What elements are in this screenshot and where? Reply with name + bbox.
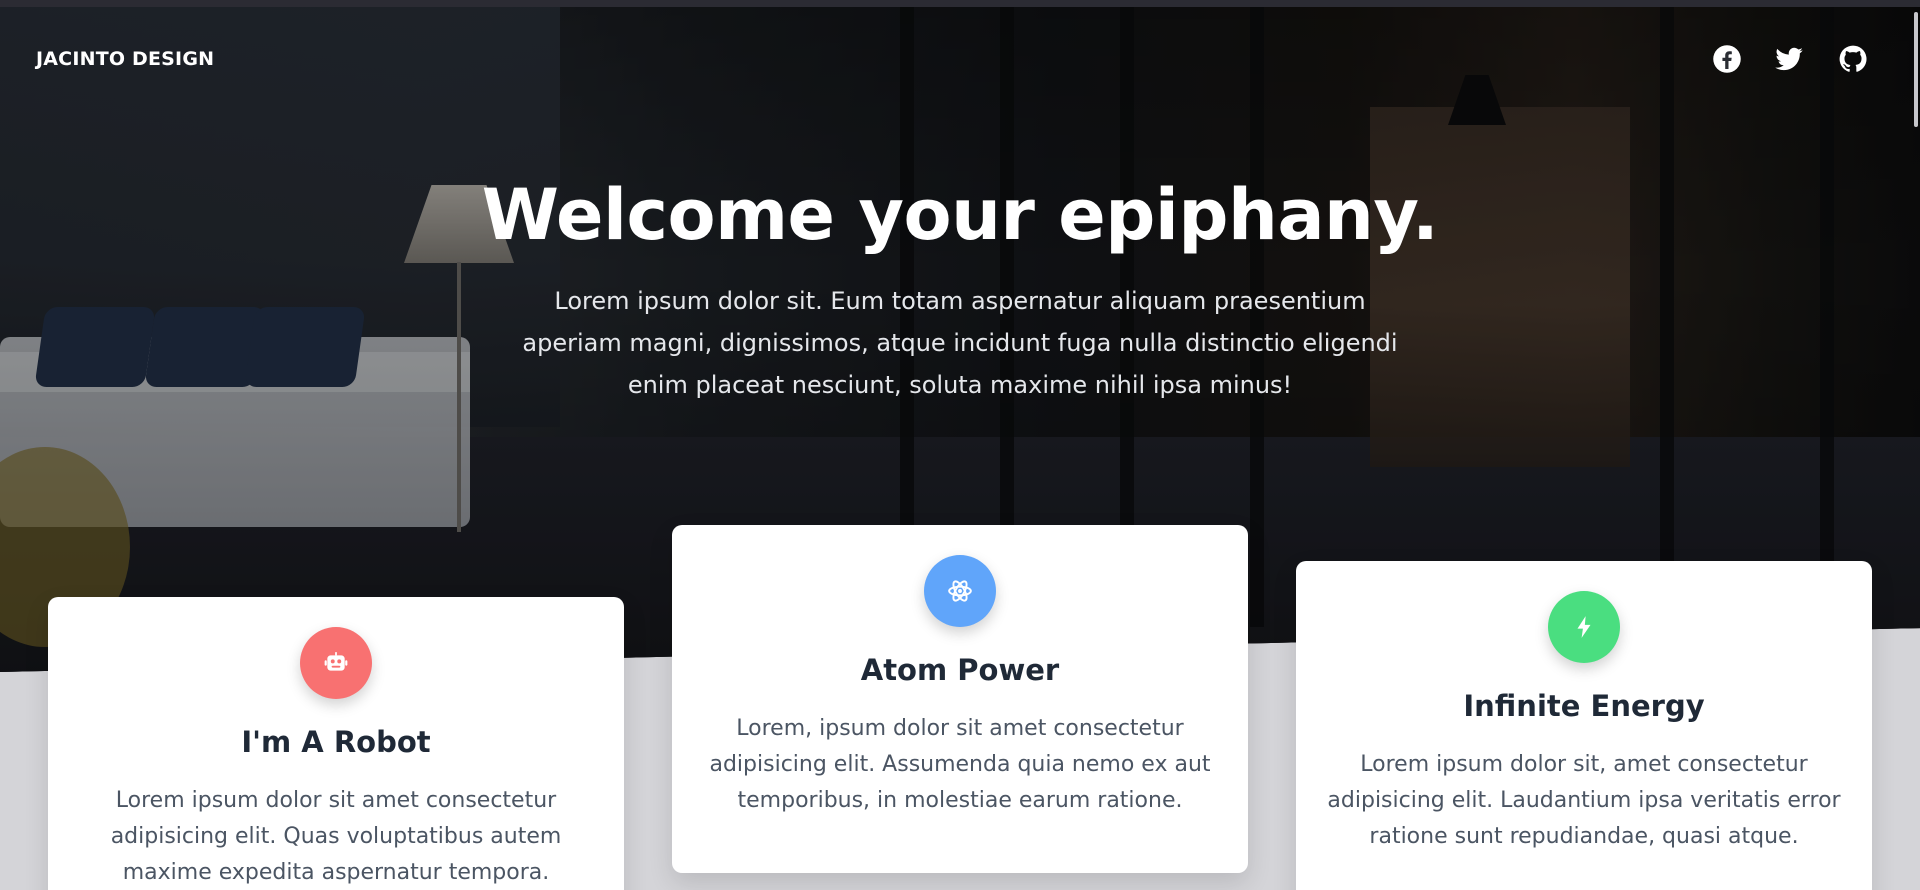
bolt-icon [1577, 616, 1591, 638]
feature-card-robot: I'm A Robot Lorem ipsum dolor sit amet c… [48, 597, 624, 890]
facebook-icon [1712, 44, 1742, 74]
scrollbar-thumb[interactable] [1914, 12, 1918, 127]
github-icon [1838, 44, 1868, 74]
card-description: Lorem ipsum dolor sit, amet consectetur … [1327, 752, 1841, 849]
atom-icon [948, 580, 972, 602]
brand-logo[interactable]: JACINTO DESIGN [36, 48, 214, 70]
hero-title: Welcome your epiphany. [481, 174, 1439, 256]
card-title: Atom Power [860, 653, 1060, 687]
card-description: Lorem ipsum dolor sit amet consectetur a… [110, 788, 562, 885]
hero-description: Lorem ipsum dolor sit. Eum totam asperna… [522, 287, 1398, 399]
card-description: Lorem, ipsum dolor sit amet consectetur … [709, 716, 1211, 813]
window-top-bar [0, 0, 1920, 7]
feature-card-energy: Infinite Energy Lorem ipsum dolor sit, a… [1296, 561, 1872, 890]
facebook-link[interactable] [1712, 44, 1742, 74]
atom-icon-badge [924, 555, 996, 627]
card-title: Infinite Energy [1463, 689, 1705, 723]
card-title: I'm A Robot [241, 725, 431, 759]
twitter-link[interactable] [1774, 44, 1804, 74]
robot-icon-badge [300, 627, 372, 699]
github-link[interactable] [1838, 44, 1868, 74]
bolt-icon-badge [1548, 591, 1620, 663]
feature-card-atom: Atom Power Lorem, ipsum dolor sit amet c… [672, 525, 1248, 873]
twitter-icon [1774, 44, 1804, 74]
robot-icon [324, 652, 348, 671]
